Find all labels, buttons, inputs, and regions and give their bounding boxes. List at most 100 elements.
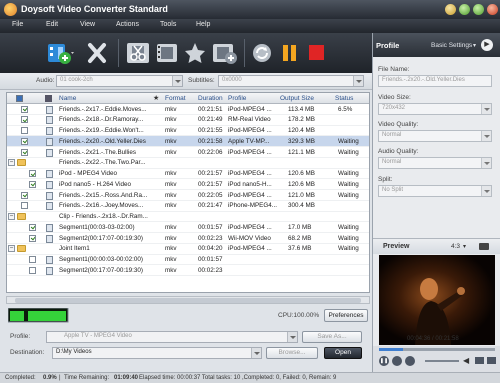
row-checkbox[interactable]: [21, 127, 28, 134]
row-checkbox[interactable]: [21, 137, 28, 145]
collapse-toggle-icon[interactable]: −: [8, 159, 15, 167]
table-row[interactable]: Segment1(00:00:03-00:02:00) mkv 00:01:57: [7, 255, 369, 266]
row-checkbox[interactable]: [21, 105, 28, 113]
add-video-button[interactable]: [44, 40, 76, 66]
row-output-size: 121.0 MB: [288, 191, 315, 199]
subtitles-select[interactable]: 0x0000: [218, 75, 364, 87]
remove-button[interactable]: [84, 40, 110, 66]
menu-file[interactable]: File: [12, 21, 23, 28]
volume-slider[interactable]: [425, 360, 459, 362]
horizontal-scrollbar[interactable]: [6, 296, 370, 304]
profile-select[interactable]: Apple TV - MPEG4 Video: [46, 331, 298, 343]
split-select[interactable]: No Split: [378, 185, 492, 197]
column-format[interactable]: Format: [165, 95, 186, 102]
collapse-toggle-icon[interactable]: −: [8, 213, 15, 220]
table-row[interactable]: Friends.-.2x15.-.Ross.And.Ra... mkv 00:22:…: [7, 190, 369, 201]
table-row[interactable]: Friends.-.2x20.-.Old.Yeller.Dies mkv 00:21…: [7, 136, 369, 147]
aspect-ratio-select[interactable]: 4:3: [451, 243, 460, 250]
table-row[interactable]: Friends.-.2x16.-.Joey.Moves... mkv 00:21:4…: [7, 201, 369, 212]
menu-tools[interactable]: Tools: [160, 21, 176, 28]
list-group-row[interactable]: − Joint Item1 mkv 00:04:20 iPod-MPEG4 ... 37.…: [7, 244, 369, 255]
file-name-input[interactable]: Friends.-.2x20.-.Old.Yeller.Dies: [378, 75, 492, 87]
menu-help[interactable]: Help: [196, 21, 210, 28]
row-checkbox[interactable]: [29, 256, 36, 263]
column-status[interactable]: Status: [335, 95, 353, 102]
time-remaining-value: 01:09:40: [114, 374, 139, 381]
trim-button[interactable]: [124, 40, 152, 66]
open-button[interactable]: Open: [324, 347, 362, 359]
row-checkbox[interactable]: [29, 266, 36, 274]
list-group-row[interactable]: − Friends.-.2x22.-.The.Two.Par...: [7, 158, 369, 169]
table-row[interactable]: Friends.-.2x21.-.The.Bullies mkv 00:22:06 i…: [7, 147, 369, 158]
row-checkbox[interactable]: [21, 116, 28, 124]
snapshot-icon[interactable]: [479, 243, 489, 250]
collapse-toggle-icon[interactable]: −: [8, 245, 15, 253]
crop-effect-button[interactable]: [154, 40, 180, 66]
seek-bar[interactable]: [379, 348, 495, 351]
stop-button[interactable]: [306, 40, 326, 66]
profile-panel-title: Profile: [376, 41, 400, 50]
table-row[interactable]: Segment1(00:03-03-02:00) mkv 00:01:57 iPod-…: [7, 222, 369, 233]
close-button[interactable]: [487, 4, 498, 15]
save-as-button[interactable]: Save As...: [302, 331, 362, 343]
pause-button[interactable]: [280, 40, 300, 66]
menu-edit[interactable]: Edit: [46, 21, 58, 28]
row-checkbox[interactable]: [29, 223, 36, 231]
video-size-select[interactable]: 720x432: [378, 103, 492, 115]
row-checkbox[interactable]: [29, 180, 36, 188]
menu-actions[interactable]: Actions: [116, 21, 139, 28]
convert-button[interactable]: [250, 40, 274, 66]
list-group-row[interactable]: − Clip - Friends.-.2x18.-.Dr.Ram...: [7, 212, 369, 223]
row-checkbox[interactable]: [21, 148, 28, 156]
help-icon[interactable]: [445, 4, 456, 15]
video-file-icon: [46, 202, 53, 211]
scrollbar-thumb[interactable]: [15, 298, 361, 303]
audio-subtitle-options: Audio: 01 cook-2ch Subtitles: 0x0000: [0, 73, 372, 90]
merge-button[interactable]: [210, 40, 238, 66]
column-name[interactable]: Name: [59, 95, 76, 102]
row-checkbox[interactable]: [21, 191, 28, 199]
preferences-button[interactable]: Preferences: [324, 309, 368, 322]
row-checkbox[interactable]: [29, 170, 36, 177]
chevron-down-icon: ▾: [463, 244, 467, 250]
row-profile: iPod-MPEG4 ...: [228, 170, 272, 177]
table-row[interactable]: Friends.-.2x19.-.Eddie.Won't... mkv 00:21:…: [7, 126, 369, 137]
volume-icon[interactable]: ◀: [463, 356, 469, 365]
table-row[interactable]: iPod nano5 - H.264 Video mkv 00:21:57 iPod …: [7, 179, 369, 190]
table-row[interactable]: Friends.-.2x17.-.Eddie.Moves... mkv 00:21:…: [7, 104, 369, 115]
effect-button[interactable]: [182, 40, 208, 66]
row-checkbox[interactable]: [29, 234, 36, 242]
maximize-button[interactable]: [473, 4, 484, 15]
video-preview: [379, 255, 495, 345]
basic-settings-dropdown[interactable]: Basic Settings: [431, 42, 472, 49]
browse-button[interactable]: Browse...: [266, 347, 318, 359]
row-profile: iPod-MPEG4 ...: [228, 191, 272, 199]
table-row[interactable]: Segment2(00:17:07-00:19:30) mkv 00:02:23 Wi…: [7, 233, 369, 244]
row-checkbox[interactable]: [21, 202, 28, 210]
table-row[interactable]: iPod - MPEG4 Video mkv 00:21:57 iPod-MPEG4 …: [7, 169, 369, 180]
column-output-size[interactable]: Output Size: [280, 95, 314, 102]
select-all-checkbox[interactable]: [16, 95, 23, 102]
table-row[interactable]: Friends.-.2x18.-.Dr.Ramoray... mkv 00:21:4…: [7, 115, 369, 126]
minimize-button[interactable]: [459, 4, 470, 15]
menu-view[interactable]: View: [80, 21, 95, 28]
audio-quality-select[interactable]: Normal: [378, 157, 492, 169]
folder-icon: [17, 245, 26, 253]
audio-select[interactable]: 01 cook-2ch: [56, 75, 183, 87]
row-name: Friends.-.2x17.-.Eddie.Moves...: [59, 105, 147, 113]
time-remaining-label: Time Remaining:: [64, 374, 110, 381]
row-name: Friends.-.2x18.-.Dr.Ramoray...: [59, 116, 144, 124]
previous-frame-icon[interactable]: [405, 356, 415, 366]
row-name: Friends.-.2x21.-.The.Bullies: [59, 148, 136, 156]
destination-input[interactable]: D:\My Videos: [52, 347, 262, 359]
column-duration[interactable]: Duration: [198, 95, 223, 102]
stop-icon[interactable]: [392, 356, 402, 366]
screenshot-icon[interactable]: [475, 357, 484, 364]
video-file-icon: [46, 191, 53, 200]
video-quality-select[interactable]: Normal: [378, 130, 492, 142]
play-pause-icon[interactable]: ❚❚: [379, 356, 389, 366]
folder-icon[interactable]: [487, 357, 496, 364]
table-row[interactable]: Segment2(00:17:07-00:19:30) mkv 00:02:23: [7, 265, 369, 276]
column-profile[interactable]: Profile: [228, 95, 246, 102]
expand-arrow-icon[interactable]: ▶: [481, 39, 493, 51]
